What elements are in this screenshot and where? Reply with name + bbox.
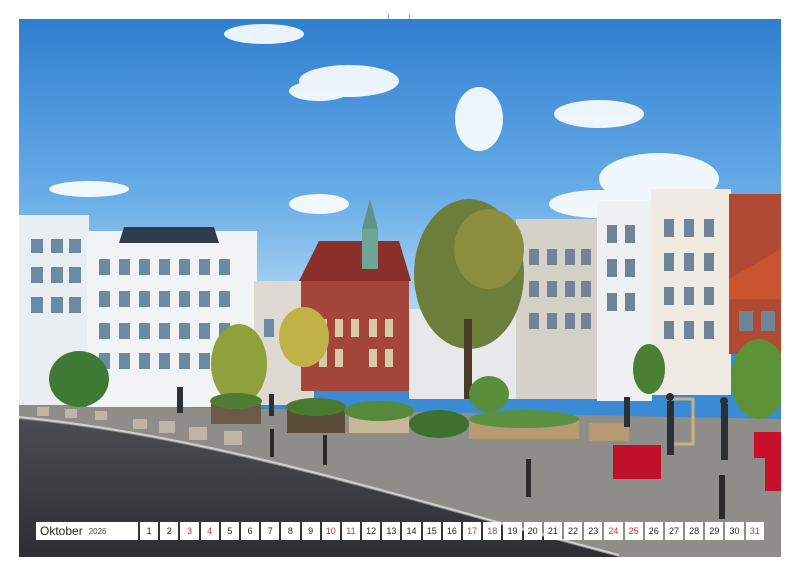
day-cell: 3	[180, 522, 199, 540]
day-cell: 17	[463, 522, 482, 540]
day-cell: 14	[402, 522, 421, 540]
day-cell: 21	[543, 522, 562, 540]
day-cell: 8	[281, 522, 300, 540]
day-cell: 4	[200, 522, 219, 540]
day-cell: 12	[362, 522, 381, 540]
day-cell: 11	[341, 522, 361, 540]
day-cell: 28	[685, 522, 704, 540]
month-label-box: Oktober 2026	[36, 522, 138, 540]
day-cell: 23	[584, 522, 603, 540]
calendar-photo	[19, 19, 781, 557]
calendar-strip: Oktober 2026 1 2 3 4 5 6 7 8 9 10 11 12 13 14 15 16 17 18…	[36, 522, 764, 540]
day-cell: 16	[442, 522, 461, 540]
day-cell: 1	[140, 522, 159, 540]
day-cell: 5	[220, 522, 239, 540]
day-cell: 29	[705, 522, 724, 540]
day-cell: 9	[301, 522, 320, 540]
year-label: 2026	[88, 526, 107, 536]
day-cell: 22	[563, 522, 583, 540]
day-cell: 31	[745, 522, 764, 540]
day-cell: 19	[503, 522, 522, 540]
day-cell: 10	[321, 522, 340, 540]
day-cell: 15	[422, 522, 441, 540]
day-cell: 20	[523, 522, 542, 540]
month-name: Oktober	[40, 524, 83, 538]
day-cell: 27	[664, 522, 684, 540]
day-cell: 7	[261, 522, 280, 540]
day-cell: 18	[483, 522, 502, 540]
day-cell: 2	[160, 522, 179, 540]
day-cell: 30	[725, 522, 744, 540]
day-cell: 6	[240, 522, 260, 540]
day-cell: 24	[604, 522, 623, 540]
day-cell: 25	[624, 522, 643, 540]
day-cell: 13	[382, 522, 401, 540]
day-cell: 26	[644, 522, 663, 540]
day-cells: 1 2 3 4 5 6 7 8 9 10 11 12 13 14 15 16 17 18 19 20 21 22 23 24 2…	[140, 522, 764, 540]
